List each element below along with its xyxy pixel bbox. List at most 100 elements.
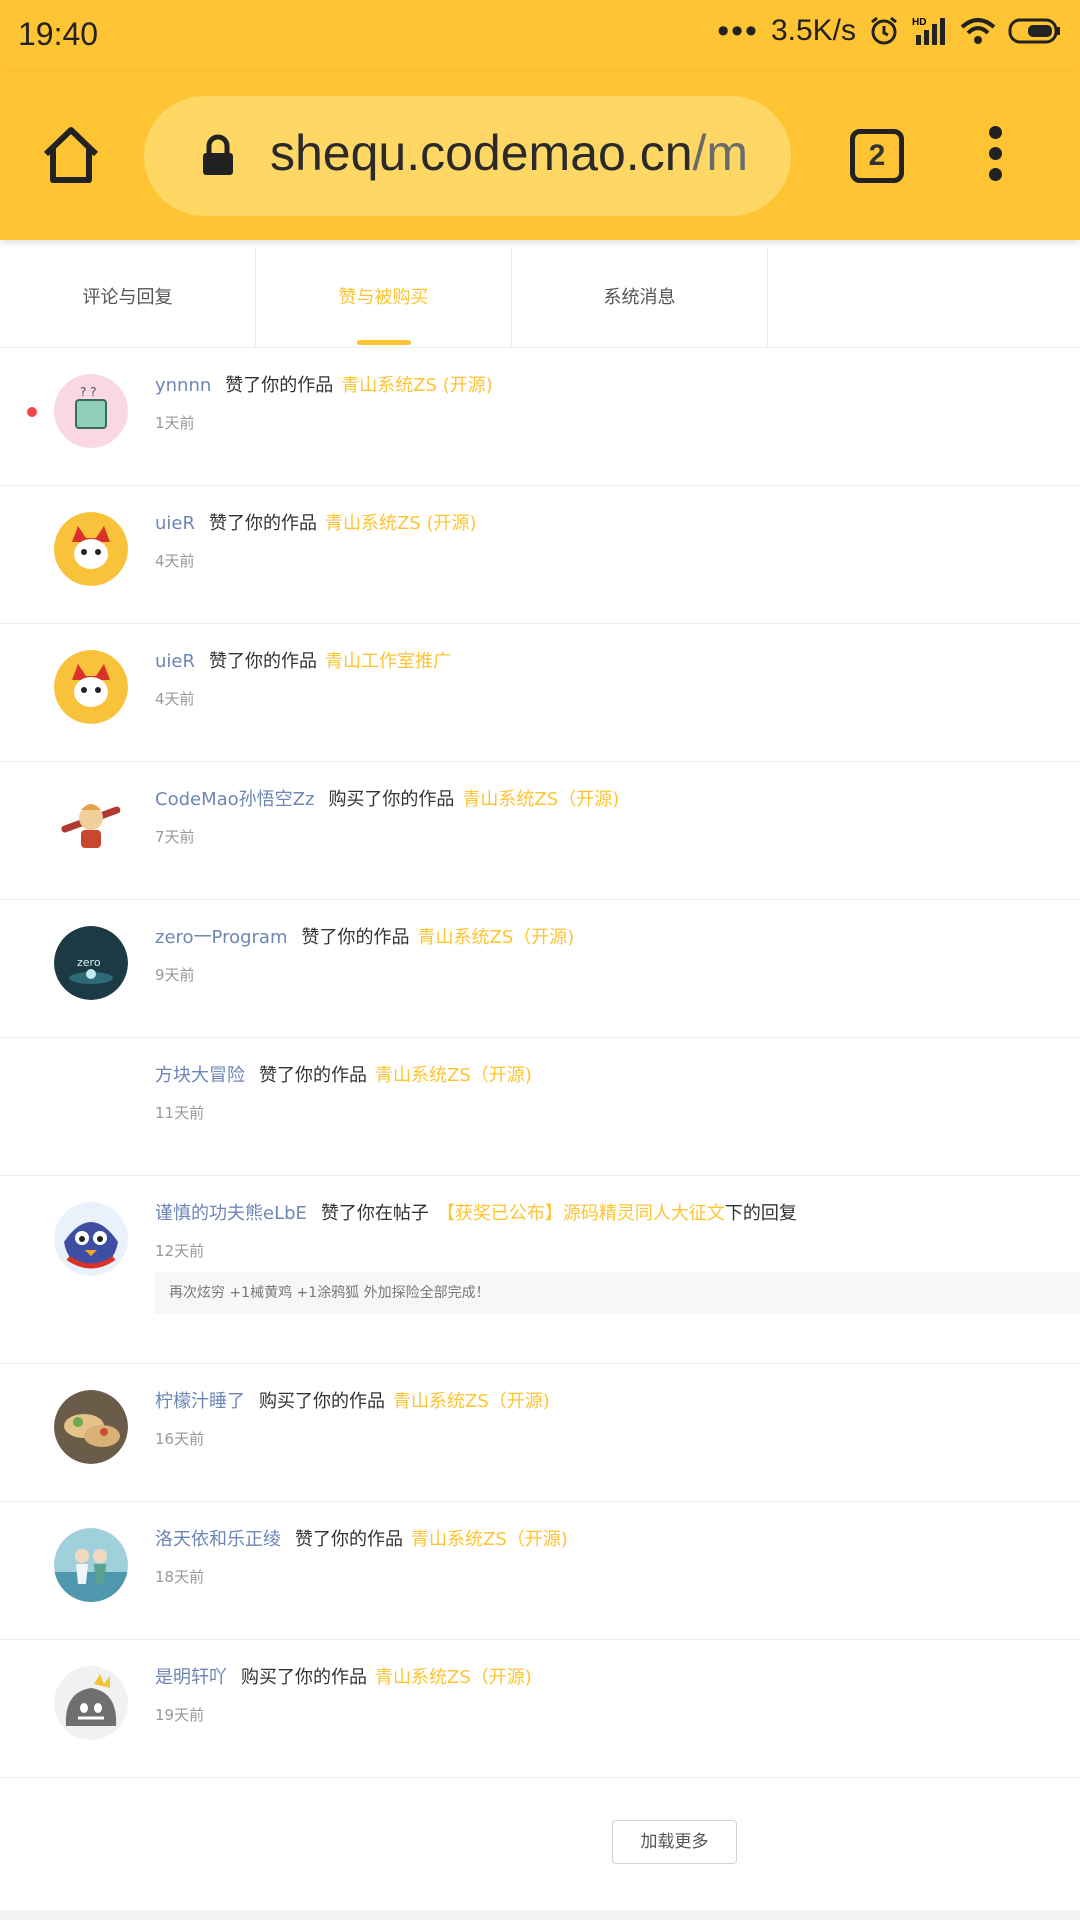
work-link[interactable]: 青山系统ZS (开源) <box>341 375 493 396</box>
username-link[interactable]: 方块大冒险 <box>155 1065 245 1086</box>
list-item[interactable]: uieR 赞了你的作品 青山工作室推广 4天前 <box>0 624 1080 762</box>
svg-text:zero: zero <box>77 956 101 969</box>
list-item[interactable]: ? ? ynnnn 赞了你的作品 青山系统ZS (开源) 1天前 <box>0 348 1080 486</box>
action-text: 购买了你的作品 <box>328 789 455 810</box>
avatar[interactable] <box>54 1202 128 1276</box>
username-link[interactable]: ynnnn <box>155 375 211 396</box>
tab-system-messages[interactable]: 系统消息 <box>512 248 768 348</box>
action-text: 赞了你的作品 <box>209 513 317 534</box>
list-item[interactable]: uieR 赞了你的作品 青山系统ZS (开源) 4天前 <box>0 486 1080 624</box>
notification-text: 谨慎的功夫熊eLbE 赞了你在帖子 【获奖已公布】源码精灵同人大征文下的回复 <box>155 1202 797 1226</box>
username-link[interactable]: uieR <box>155 513 195 534</box>
url-path: /m <box>692 125 749 181</box>
work-link[interactable]: 青山系统ZS（开源) <box>375 1065 532 1086</box>
action-text: 购买了你的作品 <box>241 1667 367 1688</box>
url-host: shequ.codemao.cn <box>270 125 693 181</box>
avatar[interactable] <box>54 1064 128 1138</box>
action-suffix: 下的回复 <box>724 1203 797 1224</box>
message-tabs: 评论与回复 赞与被购买 系统消息 <box>0 248 1080 348</box>
notification-text: ynnnn 赞了你的作品 青山系统ZS (开源) <box>155 374 493 398</box>
username-link[interactable]: 是明轩吖 <box>155 1667 227 1688</box>
username-link[interactable]: 柠檬汁睡了 <box>155 1391 245 1412</box>
timestamp: 19天前 <box>155 1706 205 1724</box>
action-text: 赞了你的作品 <box>301 927 410 948</box>
timestamp: 12天前 <box>155 1242 205 1260</box>
avatar[interactable] <box>54 650 128 724</box>
signal-icon: HD <box>912 15 948 47</box>
unread-indicator <box>27 407 37 417</box>
status-bar: 19:40 ••• 3.5K/s HD <box>0 0 1080 72</box>
alarm-icon <box>868 15 900 47</box>
timestamp: 11天前 <box>155 1104 205 1122</box>
username-link[interactable]: CodeMao孙悟空Zz <box>155 789 314 810</box>
load-more-button[interactable]: 加载更多 <box>612 1820 737 1864</box>
network-speed: 3.5K/s <box>770 14 856 47</box>
notification-text: zero一Program 赞了你的作品 青山系统ZS（开源) <box>155 926 574 950</box>
notification-text: 柠檬汁睡了 购买了你的作品 青山系统ZS（开源) <box>155 1390 550 1414</box>
work-link[interactable]: 青山系统ZS (开源) <box>325 513 477 534</box>
lock-icon <box>200 134 236 182</box>
home-button[interactable] <box>38 122 104 188</box>
timestamp: 7天前 <box>155 828 195 846</box>
tab-switcher-button[interactable]: 2 <box>850 129 904 183</box>
home-icon <box>43 127 99 183</box>
address-bar[interactable]: shequ.codemao.cn/m <box>144 96 791 216</box>
action-text: 购买了你的作品 <box>259 1391 385 1412</box>
wifi-icon <box>960 15 996 47</box>
timestamp: 16天前 <box>155 1430 205 1448</box>
work-link[interactable]: 青山系统ZS（开源) <box>418 927 575 948</box>
list-item[interactable]: zero zero一Program 赞了你的作品 青山系统ZS（开源) 9天前 <box>0 900 1080 1038</box>
active-tab-indicator <box>357 340 411 345</box>
list-item[interactable]: 谨慎的功夫熊eLbE 赞了你在帖子 【获奖已公布】源码精灵同人大征文下的回复 12天… <box>0 1176 1080 1364</box>
svg-text:HD: HD <box>912 17 926 28</box>
username-link[interactable]: 谨慎的功夫熊eLbE <box>155 1203 307 1224</box>
status-icons: ••• 3.5K/s HD <box>717 14 1062 48</box>
notification-text: CodeMao孙悟空Zz 购买了你的作品 青山系统ZS（开源) <box>155 788 619 812</box>
work-link[interactable]: 青山系统ZS（开源) <box>462 789 619 810</box>
avatar[interactable] <box>54 1390 128 1464</box>
timestamp: 9天前 <box>155 966 195 984</box>
work-link[interactable]: 青山系统ZS（开源) <box>375 1667 532 1688</box>
tab-likes-purchases[interactable]: 赞与被购买 <box>256 248 512 348</box>
post-link[interactable]: 【获奖已公布】源码精灵同人大征文 <box>437 1203 725 1224</box>
avatar[interactable] <box>54 788 128 862</box>
avatar[interactable]: zero <box>54 926 128 1000</box>
notification-text: 洛天依和乐正绫 赞了你的作品 青山系统ZS（开源) <box>155 1528 568 1552</box>
notification-text: 是明轩吖 购买了你的作品 青山系统ZS（开源) <box>155 1666 532 1690</box>
username-link[interactable]: 洛天依和乐正绫 <box>155 1529 281 1550</box>
tab-comments[interactable]: 评论与回复 <box>0 248 256 348</box>
avatar[interactable]: ? ? <box>54 374 128 448</box>
list-item[interactable]: 方块大冒险 赞了你的作品 青山系统ZS（开源) 11天前 <box>0 1038 1080 1176</box>
quoted-reply: 再次炫穷 +1械黄鸡 +1涂鸦狐 外加探险全部完成！ <box>155 1272 1080 1314</box>
more-dots-icon: ••• <box>717 12 759 50</box>
list-item[interactable]: 柠檬汁睡了 购买了你的作品 青山系统ZS（开源) 16天前 <box>0 1364 1080 1502</box>
notification-text: 方块大冒险 赞了你的作品 青山系统ZS（开源) <box>155 1064 532 1088</box>
timestamp: 18天前 <box>155 1568 205 1586</box>
more-menu-icon[interactable] <box>980 126 1010 186</box>
username-link[interactable]: uieR <box>155 651 195 672</box>
url-text: shequ.codemao.cn/m <box>270 124 748 182</box>
work-link[interactable]: 青山工作室推广 <box>325 651 451 672</box>
action-text: 赞了你的作品 <box>295 1529 403 1550</box>
action-text: 赞了你在帖子 <box>320 1203 429 1224</box>
work-link[interactable]: 青山系统ZS（开源) <box>393 1391 550 1412</box>
username-link[interactable]: zero一Program <box>155 927 288 948</box>
work-link[interactable]: 青山系统ZS（开源) <box>411 1529 568 1550</box>
list-item[interactable]: 是明轩吖 购买了你的作品 青山系统ZS（开源) 19天前 <box>0 1640 1080 1778</box>
list-item[interactable]: 洛天依和乐正绫 赞了你的作品 青山系统ZS（开源) 18天前 <box>0 1502 1080 1640</box>
action-text: 赞了你的作品 <box>225 375 334 396</box>
bottom-divider <box>0 1910 1080 1920</box>
status-time: 19:40 <box>18 16 99 52</box>
notification-list: ? ? ynnnn 赞了你的作品 青山系统ZS (开源) 1天前 uieR 赞了你的作… <box>0 348 1080 1778</box>
notification-text: uieR 赞了你的作品 青山系统ZS (开源) <box>155 512 477 536</box>
avatar[interactable] <box>54 1528 128 1602</box>
avatar[interactable] <box>54 1666 128 1740</box>
list-item[interactable]: CodeMao孙悟空Zz 购买了你的作品 青山系统ZS（开源) 7天前 <box>0 762 1080 900</box>
notification-text: uieR 赞了你的作品 青山工作室推广 <box>155 650 451 674</box>
battery-icon <box>1008 17 1062 45</box>
timestamp: 4天前 <box>155 690 195 708</box>
action-text: 赞了你的作品 <box>209 651 317 672</box>
timestamp: 4天前 <box>155 552 195 570</box>
action-text: 赞了你的作品 <box>259 1065 367 1086</box>
avatar[interactable] <box>54 512 128 586</box>
